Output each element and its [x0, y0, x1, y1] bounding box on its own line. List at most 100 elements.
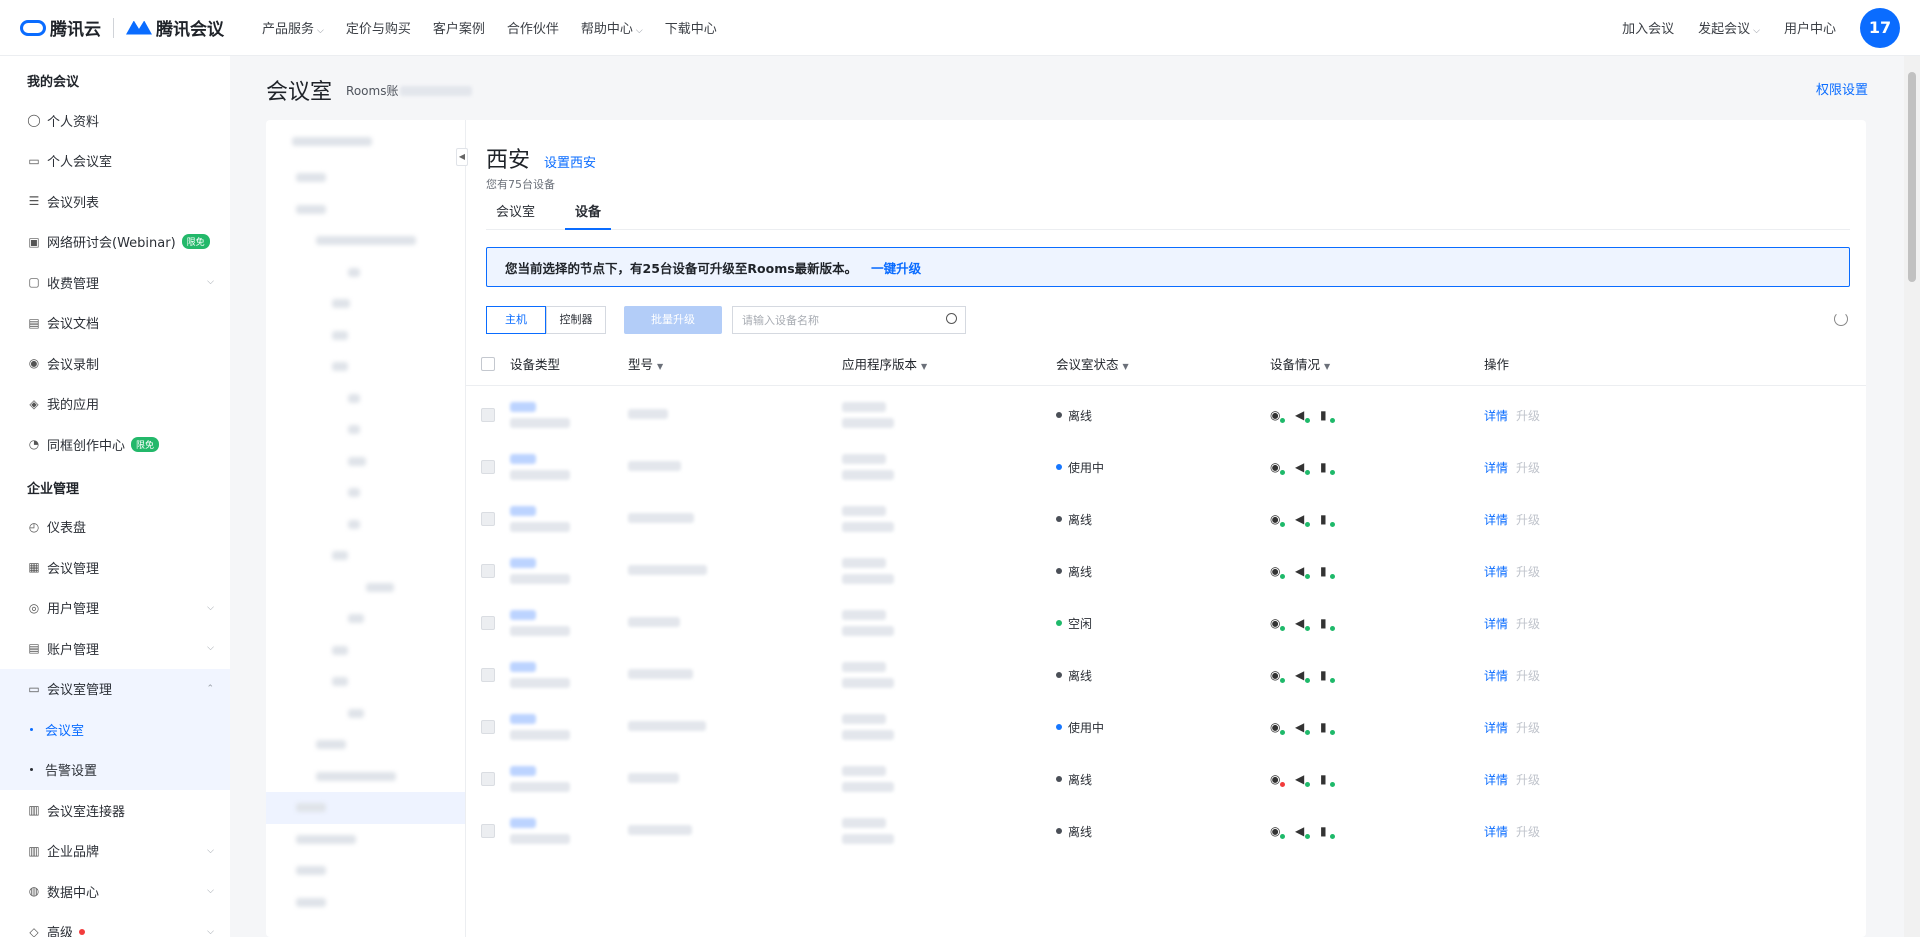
row-checkbox[interactable]	[481, 460, 495, 474]
sidebar-item[interactable]: ▣ 网络研讨会(Webinar) 限免	[0, 222, 236, 263]
blurred-type[interactable]	[510, 714, 536, 724]
upgrade-link[interactable]: 升级	[1516, 825, 1540, 839]
avatar[interactable]: 17	[1860, 7, 1900, 48]
page-scrollbar[interactable]	[1904, 56, 1920, 937]
nav-cases[interactable]: 客户案例	[433, 18, 485, 37]
scrollbar-thumb[interactable]	[1908, 72, 1916, 282]
upgrade-link[interactable]: 升级	[1516, 409, 1540, 423]
permission-settings-link[interactable]: 权限设置	[1816, 79, 1868, 98]
select-all-checkbox[interactable]	[481, 356, 495, 371]
tree-node[interactable]	[266, 792, 465, 824]
sidebar-subitem[interactable]: 会议室	[0, 709, 236, 750]
sidebar-item[interactable]: ▭ 会议室管理 ⌃	[0, 668, 236, 709]
tree-node[interactable]	[266, 824, 465, 856]
tree-node[interactable]	[266, 383, 465, 415]
blurred-type[interactable]	[510, 454, 536, 464]
detail-link[interactable]: 详情	[1484, 721, 1508, 735]
sidebar-item[interactable]: ◈ 我的应用	[0, 384, 236, 425]
user-center-link[interactable]: 用户中心	[1784, 18, 1836, 37]
blurred-type[interactable]	[510, 818, 536, 828]
tree-node[interactable]	[266, 162, 465, 194]
upgrade-link[interactable]: 升级	[1516, 669, 1540, 683]
tab-rooms[interactable]: 会议室	[486, 200, 545, 230]
tree-node[interactable]	[266, 666, 465, 698]
row-checkbox[interactable]	[481, 720, 495, 734]
tree-node[interactable]	[266, 635, 465, 667]
detail-link[interactable]: 详情	[1484, 461, 1508, 475]
logo[interactable]: 腾讯云 腾讯会议	[20, 15, 224, 40]
sidebar-item[interactable]: ◉ 会议录制	[0, 343, 236, 384]
blurred-type[interactable]	[510, 402, 536, 412]
sidebar-item[interactable]: ◴ 仪表盘	[0, 507, 236, 548]
start-meeting-menu[interactable]: 发起会议 ⌵	[1698, 18, 1760, 37]
tree-node[interactable]	[266, 414, 465, 446]
row-checkbox[interactable]	[481, 512, 495, 526]
sidebar-item[interactable]: ▭ 个人会议室	[0, 141, 236, 182]
detail-link[interactable]: 详情	[1484, 513, 1508, 527]
sidebar-item[interactable]: ◍ 数据中心 ⌵	[0, 871, 236, 912]
tree-node[interactable]	[266, 120, 465, 162]
sidebar-item[interactable]: ◎ 用户管理 ⌵	[0, 588, 236, 629]
blurred-type[interactable]	[510, 506, 536, 516]
col-app-version[interactable]: 应用程序版本 ▼	[842, 354, 1056, 373]
nav-products[interactable]: 产品服务 ⌵	[262, 18, 324, 37]
blurred-type[interactable]	[510, 558, 536, 568]
row-checkbox[interactable]	[481, 668, 495, 682]
batch-upgrade-button[interactable]: 批量升级	[624, 306, 722, 334]
blurred-type[interactable]	[510, 766, 536, 776]
tree-node[interactable]	[266, 698, 465, 730]
sidebar-item[interactable]: ☰ 会议列表	[0, 181, 236, 222]
tree-node[interactable]	[266, 509, 465, 541]
upgrade-link[interactable]: 升级	[1516, 513, 1540, 527]
nav-pricing[interactable]: 定价与购买	[346, 18, 411, 37]
sidebar-item[interactable]: ◔ 同框创作中心 限免	[0, 424, 236, 465]
row-checkbox[interactable]	[481, 616, 495, 630]
row-checkbox[interactable]	[481, 772, 495, 786]
col-device-state[interactable]: 设备情况 ▼	[1270, 354, 1484, 373]
one-click-upgrade-link[interactable]: 一键升级	[871, 258, 921, 277]
set-location-link[interactable]: 设置西安	[544, 152, 596, 171]
upgrade-link[interactable]: 升级	[1516, 461, 1540, 475]
upgrade-link[interactable]: 升级	[1516, 565, 1540, 579]
tab-devices[interactable]: 设备	[565, 200, 612, 230]
col-model[interactable]: 型号 ▼	[628, 354, 842, 373]
tree-node[interactable]	[266, 572, 465, 604]
sidebar-item[interactable]: ▦ 会议管理	[0, 547, 236, 588]
row-checkbox[interactable]	[481, 564, 495, 578]
tree-node[interactable]	[266, 446, 465, 478]
tree-node[interactable]	[266, 855, 465, 887]
tree-node[interactable]	[266, 194, 465, 226]
detail-link[interactable]: 详情	[1484, 669, 1508, 683]
tree-node[interactable]	[266, 540, 465, 572]
nav-download[interactable]: 下载中心	[665, 18, 717, 37]
blurred-type[interactable]	[510, 610, 536, 620]
tree-node[interactable]	[266, 603, 465, 635]
sidebar-item[interactable]: ▢ 收费管理 ⌵	[0, 262, 236, 303]
tree-node[interactable]	[266, 257, 465, 289]
sidebar-item[interactable]: ◇ 高级 ⌵	[0, 912, 236, 937]
detail-link[interactable]: 详情	[1484, 409, 1508, 423]
sidebar-subitem[interactable]: 告警设置	[0, 749, 236, 790]
detail-link[interactable]: 详情	[1484, 617, 1508, 631]
row-checkbox[interactable]	[481, 824, 495, 838]
refresh-icon[interactable]	[1834, 312, 1848, 326]
detail-link[interactable]: 详情	[1484, 773, 1508, 787]
tree-node[interactable]	[266, 729, 465, 761]
nav-partners[interactable]: 合作伙伴	[507, 18, 559, 37]
row-checkbox[interactable]	[481, 408, 495, 422]
col-room-status[interactable]: 会议室状态 ▼	[1056, 354, 1270, 373]
upgrade-link[interactable]: 升级	[1516, 773, 1540, 787]
sidebar-item[interactable]: ▥ 企业品牌 ⌵	[0, 831, 236, 872]
join-meeting-link[interactable]: 加入会议	[1622, 18, 1674, 37]
tree-node[interactable]	[266, 887, 465, 919]
detail-link[interactable]: 详情	[1484, 565, 1508, 579]
host-toggle[interactable]: 主机	[486, 306, 546, 334]
tree-node[interactable]	[266, 225, 465, 257]
upgrade-link[interactable]: 升级	[1516, 617, 1540, 631]
upgrade-link[interactable]: 升级	[1516, 721, 1540, 735]
device-search-input[interactable]: 请输入设备名称	[732, 306, 966, 334]
sidebar-item[interactable]: ▤ 会议文档	[0, 303, 236, 344]
tree-node[interactable]	[266, 477, 465, 509]
tree-node[interactable]	[266, 288, 465, 320]
sidebar-item[interactable]: ▥ 会议室连接器	[0, 790, 236, 831]
